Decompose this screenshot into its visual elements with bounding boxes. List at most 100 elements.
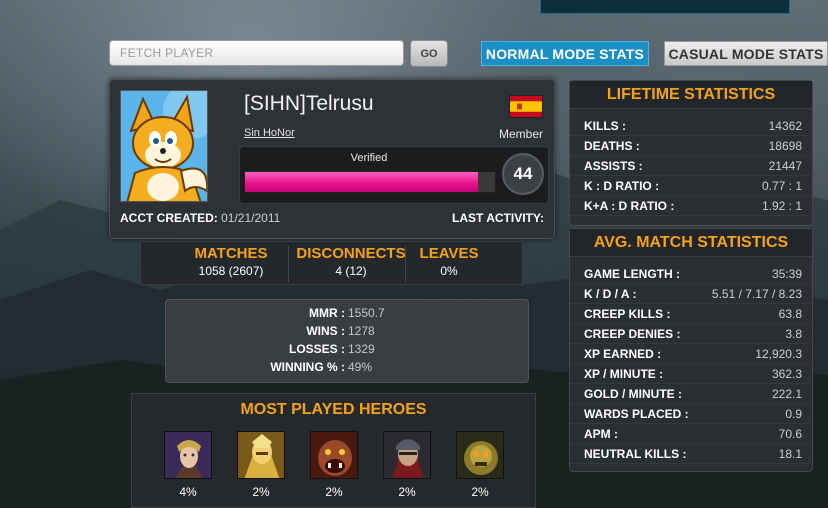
- stat-row-kda: K / D / A : 5.51 / 7.17 / 8.23: [570, 284, 812, 304]
- stat-label: XP EARNED :: [584, 347, 662, 361]
- tab-normal-mode-stats[interactable]: NORMAL MODE STATS: [481, 41, 649, 66]
- stat-value: 0.9: [785, 407, 802, 421]
- divider: [405, 246, 406, 282]
- stat-value: 1.92 : 1: [761, 199, 802, 213]
- rating-row-mmr: MMR : 1550.7: [166, 306, 530, 324]
- rating-label: WINS :: [306, 324, 345, 338]
- most-played-heroes-panel: MOST PLAYED HEROES 4% 2% 2% 2% 2%: [131, 393, 536, 508]
- disconnects-value: 4 (12): [335, 264, 367, 278]
- tab-casual-mode-stats[interactable]: CASUAL MODE STATS: [664, 41, 828, 66]
- stat-row-wards-placed: WARDS PLACED : 0.9: [570, 404, 812, 424]
- stat-label: GOLD / MINUTE :: [584, 387, 682, 401]
- hero-golem-portrait: [456, 431, 504, 479]
- rating-label: WINNING % :: [270, 360, 345, 374]
- rating-row-losses: LOSSES : 1329: [166, 342, 530, 360]
- hero-play-pct: 2%: [252, 485, 270, 499]
- rating-label: MMR :: [309, 306, 345, 320]
- disconnects-label: DISCONNECTS: [296, 245, 406, 262]
- rating-value: 1329: [348, 342, 375, 356]
- level-progress-box: Verified 44: [239, 146, 549, 204]
- clan-role: Member: [498, 127, 543, 141]
- stat-label: CREEP DENIES :: [584, 327, 681, 341]
- lifetime-statistics-title: LIFETIME STATISTICS: [570, 81, 812, 109]
- stat-row-assists: ASSISTS : 21447: [570, 156, 812, 176]
- stat-label: KILLS :: [584, 119, 626, 133]
- rating-row-wins: WINS : 1278: [166, 324, 530, 342]
- stat-label: XP / MINUTE :: [584, 367, 664, 381]
- stat-row-neutral-kills: NEUTRAL KILLS : 18.1: [570, 444, 812, 464]
- clan-link[interactable]: Sin HoNor: [244, 127, 295, 139]
- hero-beast-portrait: [310, 431, 358, 479]
- stat-value: 63.8: [778, 307, 802, 321]
- verified-label: Verified: [350, 152, 388, 164]
- avg-match-statistics-title: AVG. MATCH STATISTICS: [570, 229, 812, 257]
- stat-value: 14362: [768, 119, 802, 133]
- stat-value: 70.6: [778, 427, 802, 441]
- stat-row-apm: APM : 70.6: [570, 424, 812, 444]
- stat-label: K+A : D RATIO :: [584, 199, 675, 213]
- level-progress-fill: [245, 172, 478, 192]
- last-activity-label: LAST ACTIVITY:: [452, 211, 544, 225]
- stat-row-xp-minute: XP / MINUTE : 362.3: [570, 364, 812, 384]
- fox-avatar-icon: [120, 90, 208, 202]
- hero-item[interactable]: 2%: [237, 431, 285, 499]
- heroes-title: MOST PLAYED HEROES: [240, 401, 427, 418]
- fetch-player-input[interactable]: [109, 40, 404, 66]
- stat-label: APM :: [584, 427, 618, 441]
- hero-golden-knight-portrait: [237, 431, 285, 479]
- matches-summary: MATCHES 1058 (2607): [171, 245, 291, 278]
- divider: [288, 246, 289, 282]
- leaves-summary: LEAVES 0%: [411, 245, 487, 278]
- matches-value: 1058 (2607): [198, 264, 264, 278]
- rating-value: 49%: [348, 360, 373, 374]
- stat-value: 12,920.3: [755, 347, 802, 361]
- stat-value: 21447: [768, 159, 802, 173]
- stat-label: WARDS PLACED :: [584, 407, 689, 421]
- level-badge: 44: [502, 153, 544, 195]
- hero-warrior-portrait: [383, 431, 431, 479]
- stat-value: 362.3: [771, 367, 802, 381]
- stat-value: 18698: [768, 139, 802, 153]
- stat-label: K : D RATIO :: [584, 179, 660, 193]
- rating-row-winning-pct: WINNING % : 49%: [166, 360, 530, 378]
- stat-row-kills: KILLS : 14362: [570, 116, 812, 136]
- hero-play-pct: 4%: [179, 485, 197, 499]
- stat-label: DEATHS :: [584, 139, 640, 153]
- matches-label: MATCHES: [194, 245, 268, 262]
- stat-value: 222.1: [771, 387, 802, 401]
- stat-row-creep-kills: CREEP KILLS : 63.8: [570, 304, 812, 324]
- stat-label: ASSISTS :: [584, 159, 643, 173]
- spain-flag-icon: [509, 95, 543, 118]
- rating-value: 1550.7: [348, 306, 385, 320]
- rating-box: MMR : 1550.7 WINS : 1278 LOSSES : 1329 W…: [165, 299, 529, 383]
- hero-sorceress-portrait: [164, 431, 212, 479]
- lifetime-statistics-panel: LIFETIME STATISTICS KILLS : 14362 DEATHS …: [569, 80, 813, 226]
- go-button[interactable]: GO: [410, 40, 448, 67]
- stat-value: 5.51 / 7.17 / 8.23: [711, 287, 802, 301]
- player-name: [SIHN]Telrusu: [244, 92, 374, 115]
- match-summary-strip: MATCHES 1058 (2607) DISCONNECTS 4 (12) L…: [140, 241, 523, 285]
- stat-value: 0.77 : 1: [761, 179, 802, 193]
- disconnects-summary: DISCONNECTS 4 (12): [293, 245, 409, 278]
- stat-value: 3.8: [785, 327, 802, 341]
- stat-label: CREEP KILLS :: [584, 307, 671, 321]
- level-progress-bar: [244, 171, 496, 193]
- avg-match-statistics-panel: AVG. MATCH STATISTICS GAME LENGTH : 35:39…: [569, 228, 813, 472]
- rating-label: LOSSES :: [288, 342, 345, 356]
- hero-item[interactable]: 2%: [310, 431, 358, 499]
- hero-item[interactable]: 4%: [164, 431, 212, 499]
- stat-label: NEUTRAL KILLS :: [584, 447, 687, 461]
- stat-row-game-length: GAME LENGTH : 35:39: [570, 264, 812, 284]
- account-created-label: ACCT CREATED:: [120, 211, 218, 225]
- hero-item[interactable]: 2%: [456, 431, 504, 499]
- stat-value: 35:39: [771, 267, 802, 281]
- stat-row-kd-ratio: K : D RATIO : 0.77 : 1: [570, 176, 812, 196]
- stat-row-kad-ratio: K+A : D RATIO : 1.92 : 1: [570, 196, 812, 216]
- rating-value: 1278: [348, 324, 375, 338]
- hero-item[interactable]: 2%: [383, 431, 431, 499]
- header-bar-fragment: [540, 0, 790, 14]
- leaves-label: LEAVES: [419, 245, 479, 262]
- stat-value: 18.1: [778, 447, 802, 461]
- stat-row-deaths: DEATHS : 18698: [570, 136, 812, 156]
- account-created-value: 01/21/2011: [221, 211, 281, 225]
